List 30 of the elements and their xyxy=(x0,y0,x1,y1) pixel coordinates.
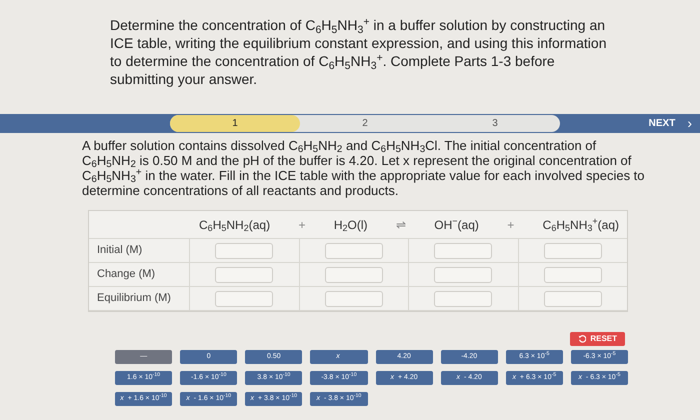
answer-box[interactable] xyxy=(544,290,602,306)
species-label: C$_{6}$H$_{5}$NH$_{3}$$^{+}$(aq) xyxy=(542,216,619,234)
answer-box[interactable] xyxy=(434,266,492,282)
step-tab[interactable]: 3 xyxy=(430,115,560,132)
answer-box[interactable] xyxy=(434,242,492,258)
reset-button[interactable]: RESET xyxy=(570,332,625,346)
operator-symbol: + xyxy=(507,216,514,234)
species-label: C$_{6}$H$_{5}$NH$_{2}$(aq) xyxy=(199,216,270,234)
species-label: OH$^{−}$(aq) xyxy=(434,216,479,234)
question-text: Determine the concentration of C$_{6}$H$_{5}$NH$_{3}$$^{+}$ in a buffer solution by constructing an ICE table, writing the equilibrium constant expression, and using this information to determine the concentration of C$_{6}$H$_{5}$NH$_{3}$$^{+}$. Complete Parts 1-3 before submitting your answer. xyxy=(110,16,608,88)
step-tab[interactable]: 1 xyxy=(170,115,300,132)
row-label: Initial (M) xyxy=(96,243,144,258)
answer-box[interactable] xyxy=(324,242,383,258)
answer-box[interactable] xyxy=(434,290,492,306)
answer-box[interactable] xyxy=(215,266,274,282)
problem-text: A buffer solution contains dissolved C$_{6}$H$_{5}$NH$_{2}$ and C$_{6}$H$_{5}$NH$_{3}$Cl. The initial concentration of C$_{6}$H$_{5}$NH$_{2}$ is 0.50 M and the pH of the buffer is 4.20. Let x represent the original concentration of C$_{6}$H$_{5}$NH$_{3}$$^{+}$ in the water. Fill in the ICE table with the appropriate value for each involved species to determine concentrations of all reactants and products. xyxy=(82,138,646,198)
operator-symbol: ⇌ xyxy=(396,216,406,234)
answer-box[interactable] xyxy=(544,266,602,282)
operator-symbol: + xyxy=(298,216,306,234)
undo-icon xyxy=(578,335,586,343)
row-label: Equilibrium (M) xyxy=(96,291,172,306)
answer-box[interactable] xyxy=(324,266,383,282)
species-label: H$_{2}$O(l) xyxy=(334,216,368,234)
answer-box[interactable] xyxy=(544,242,602,258)
answer-box[interactable] xyxy=(215,290,274,306)
answer-box[interactable] xyxy=(324,290,383,306)
next-button[interactable]: NEXT › xyxy=(648,113,692,134)
answer-box[interactable] xyxy=(215,242,274,258)
step-tab[interactable]: 2 xyxy=(300,115,430,132)
row-label: Change (M) xyxy=(96,267,156,282)
